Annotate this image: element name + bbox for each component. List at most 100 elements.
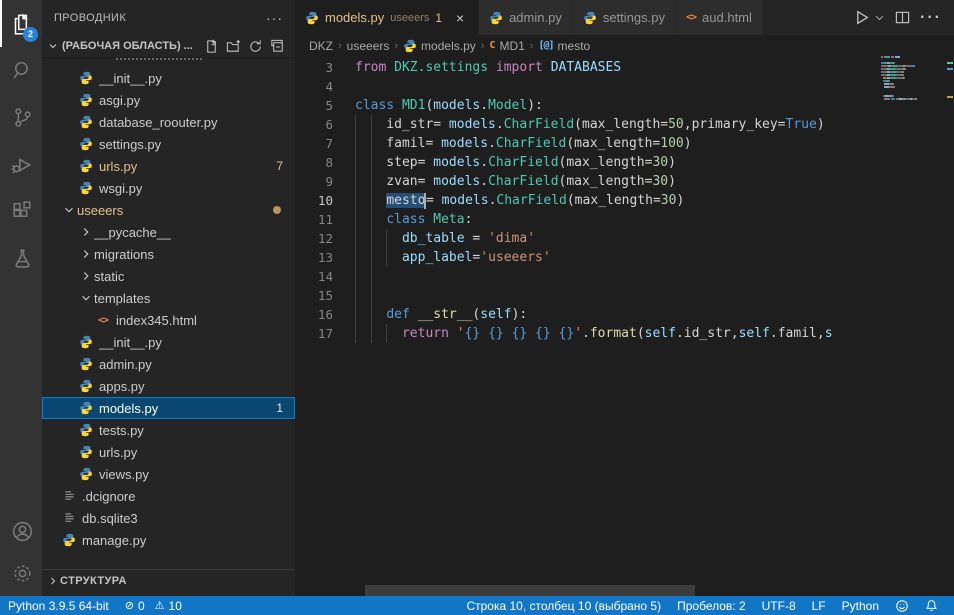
tree-item-index345-html[interactable]: <>index345.html [42, 309, 295, 331]
tab-admin-py[interactable]: admin.py [479, 0, 573, 35]
activity-testing[interactable] [0, 235, 42, 282]
code-line-3[interactable]: from DKZ.settings import DATABASES [355, 58, 876, 77]
tree-item-urls-py[interactable]: urls.py7 [42, 155, 295, 177]
new-folder-icon[interactable] [225, 38, 241, 54]
new-file-icon[interactable] [203, 38, 219, 54]
activity-extensions[interactable] [0, 188, 42, 235]
tree-item-settings-py[interactable]: settings.py [42, 133, 295, 155]
workspace-section-header[interactable]: (РАБОЧАЯ ОБЛАСТЬ) ... [42, 35, 295, 57]
code-line-16[interactable]: def __str__(self): [355, 305, 876, 324]
indent-guide [371, 115, 372, 134]
minimap-line [878, 56, 945, 58]
split-editor-button[interactable] [895, 10, 910, 25]
code-line-17[interactable]: return '{} {} {} {} {}'.format(self.id_s… [355, 324, 876, 343]
tree-item-useeers[interactable]: useeers [42, 199, 295, 221]
status-indentation[interactable]: Пробелов: 2 [669, 596, 754, 615]
tree-item--pycache-[interactable]: __pycache__ [42, 221, 295, 243]
tree-item-label: .dcignore [82, 489, 135, 504]
tree-item-manage-py[interactable]: manage.py [42, 529, 295, 551]
tree-item-templates[interactable]: templates [42, 287, 295, 309]
status-python-interpreter[interactable]: Python 3.9.5 64-bit [0, 596, 117, 615]
minimap[interactable] [878, 56, 945, 596]
outline-section-header[interactable]: СТРУКТУРА [42, 569, 295, 591]
outline-label: СТРУКТУРА [60, 575, 127, 587]
activity-search[interactable] [0, 47, 42, 94]
activity-bar: 2 [0, 0, 42, 596]
tree-item-tests-py[interactable]: tests.py [42, 419, 295, 441]
python-icon [78, 158, 94, 174]
activity-source-control[interactable] [0, 94, 42, 141]
horizontal-scrollbar[interactable] [365, 585, 695, 596]
indent-guide [371, 210, 372, 229]
tree-item-admin-py[interactable]: admin.py [42, 353, 295, 375]
code-line-4[interactable] [355, 77, 876, 96]
tab-settings-py[interactable]: settings.py [573, 0, 676, 35]
code-token: {} [512, 326, 528, 341]
activity-account[interactable] [0, 510, 42, 552]
minimap-line [878, 62, 945, 64]
breadcrumb-item-useeers[interactable]: useeers [347, 39, 390, 53]
code-token: DKZ.settings [394, 60, 488, 75]
status-language-mode[interactable]: Python [834, 596, 887, 615]
code-line-14[interactable] [355, 267, 876, 286]
activity-settings[interactable] [0, 552, 42, 594]
code-line-9[interactable]: zvan= models.CharField(max_length=30) [355, 172, 876, 191]
code-line-10[interactable]: mesto= models.CharField(max_length=30) [355, 191, 876, 210]
tree-item-wsgi-py[interactable]: wsgi.py [42, 177, 295, 199]
code-editor[interactable]: 34567891011121314151617 from DKZ.setting… [295, 56, 954, 596]
code-line-12[interactable]: db_table = 'dima' [355, 229, 876, 248]
chevron-down-button[interactable] [874, 12, 885, 23]
code-line-5[interactable]: class MD1(models.Model): [355, 96, 876, 115]
breadcrumb-item-mesto[interactable]: [@]mesto [538, 39, 590, 53]
code-token: ( [637, 326, 645, 341]
explorer-badge: 2 [23, 27, 38, 42]
code-line-11[interactable]: class Meta: [355, 210, 876, 229]
code-line-8[interactable]: step= models.CharField(max_length=30) [355, 153, 876, 172]
chevron-right-icon [46, 575, 60, 587]
tree-item-asgi-py[interactable]: asgi.py [42, 89, 295, 111]
code-token [355, 326, 402, 341]
code-content[interactable]: from DKZ.settings import DATABASES class … [355, 58, 876, 343]
status-notifications[interactable] [917, 596, 946, 615]
tree-item-views-py[interactable]: views.py [42, 463, 295, 485]
status-cursor-position[interactable]: Строка 10, столбец 10 (выбрано 5) [458, 596, 669, 615]
refresh-icon[interactable] [247, 38, 263, 54]
breadcrumb-item-dkz[interactable]: DKZ [309, 39, 333, 53]
sidebar-more-button[interactable]: ··· [266, 10, 283, 26]
chevron-right-icon [78, 246, 94, 262]
code-line-7[interactable]: famil= models.CharField(max_length=100) [355, 134, 876, 153]
breadcrumb-item-models-py[interactable]: models.py [403, 39, 476, 53]
breadcrumb-item-md1[interactable]: CMD1 [489, 39, 524, 53]
minimap-line [878, 59, 945, 61]
tree-item-label: asgi.py [99, 93, 140, 108]
close-icon[interactable]: × [452, 10, 468, 26]
tree-item-database-roouter-py[interactable]: database_roouter.py [42, 111, 295, 133]
tree-item-urls-py[interactable]: urls.py [42, 441, 295, 463]
more-button[interactable]: ··· [920, 9, 942, 27]
line-number: 10 [295, 191, 355, 210]
tree-item-migrations[interactable]: migrations [42, 243, 295, 265]
tab-models-py[interactable]: models.pyuseeers1× [295, 0, 479, 35]
file-icon [61, 488, 77, 504]
status-eol[interactable]: LF [804, 596, 834, 615]
collapse-all-icon[interactable] [269, 38, 285, 54]
run-button[interactable] [853, 9, 870, 26]
activity-explorer[interactable]: 2 [0, 0, 42, 47]
tree-item-apps-py[interactable]: apps.py [42, 375, 295, 397]
tree-item-db-sqlite3[interactable]: db.sqlite3 [42, 507, 295, 529]
code-line-15[interactable] [355, 286, 876, 305]
activity-run-debug[interactable] [0, 141, 42, 188]
status-problems[interactable]: ⊘0⚠10 [117, 596, 190, 615]
tree-item--init-py[interactable]: __init__.py [42, 67, 295, 89]
status-feedback[interactable] [887, 596, 917, 615]
tree-item-static[interactable]: static [42, 265, 295, 287]
tab-aud-html[interactable]: <>aud.html [676, 0, 763, 35]
tree-item--dcignore[interactable]: .dcignore [42, 485, 295, 507]
code-line-13[interactable]: app_label='useeers' [355, 248, 876, 267]
tree-row-clipped[interactable] [42, 57, 295, 67]
tree-item--init-py[interactable]: __init__.py [42, 331, 295, 353]
status-encoding[interactable]: UTF-8 [754, 596, 804, 615]
code-line-6[interactable]: id_str= models.CharField(max_length=50,p… [355, 115, 876, 134]
line-number: 6 [295, 115, 355, 134]
tree-item-models-py[interactable]: models.py1 [42, 397, 295, 419]
